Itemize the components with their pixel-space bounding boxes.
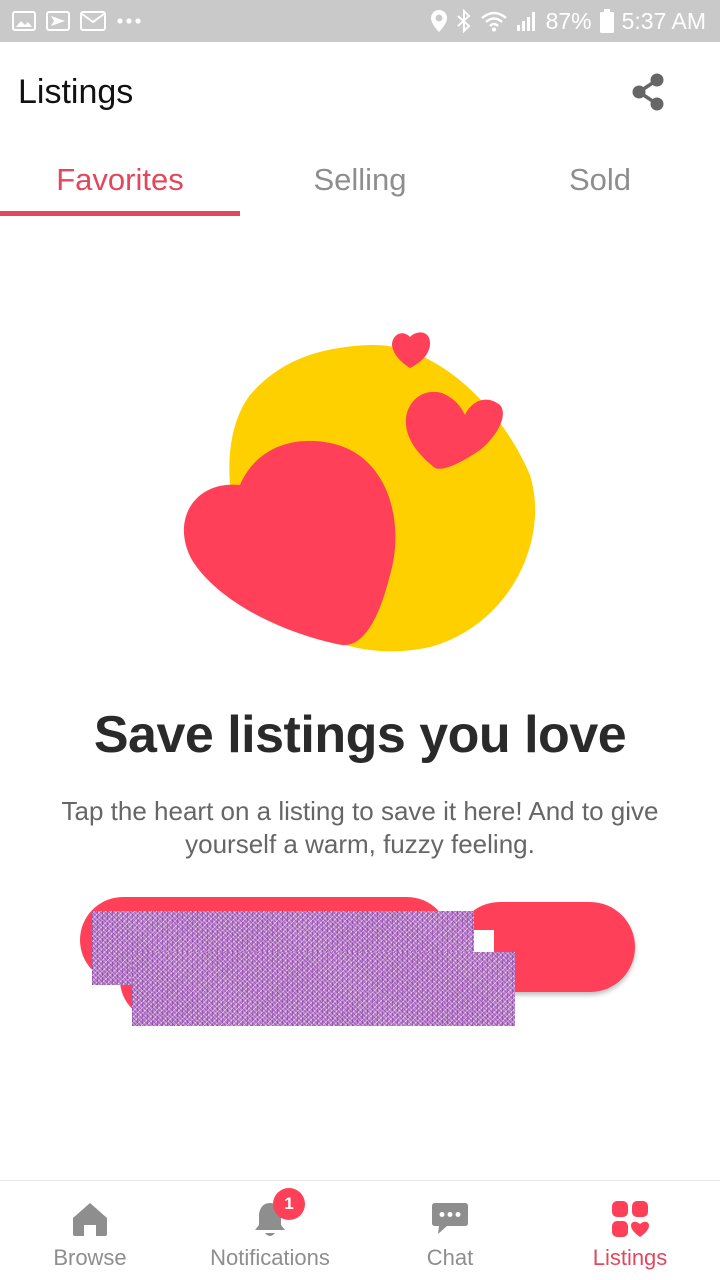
cta-button-group [80,895,640,1035]
more-dots-icon [116,17,142,25]
listings-tabs: Favorites Selling Sold [0,142,720,218]
nav-browse[interactable]: Browse [0,1181,180,1280]
status-bar: 87% 5:37 AM [0,0,720,42]
bottom-navigation: Browse 1 Notifications Chat Listings [0,1180,720,1280]
send-icon [46,11,70,31]
battery-icon [599,9,614,33]
battery-percent: 87% [545,7,592,34]
clock-time: 5:37 AM [621,7,706,34]
hearts-illustration [180,325,540,660]
nav-listings-label: Listings [592,1245,668,1270]
page-title: Listings [18,72,134,111]
nav-notifications-label: Notifications [210,1245,330,1270]
mail-icon [80,11,106,31]
empty-state-headline: Save listings you love [93,706,627,764]
empty-state-description: Tap the heart on a listing to save it he… [61,796,659,859]
status-right-icons: 87% 5:37 AM [430,8,706,35]
image-icon [12,11,36,31]
share-icon [632,73,664,111]
nav-chat-label: Chat [426,1245,474,1270]
nav-browse-label: Browse [53,1245,127,1270]
chat-icon [431,1199,469,1239]
status-left-icons [12,11,142,31]
nav-listings[interactable]: Listings [540,1181,720,1280]
signal-icon [516,10,538,32]
nav-chat[interactable]: Chat [360,1181,540,1280]
bluetooth-icon [456,9,472,33]
redaction-noise [132,952,515,1026]
nav-notifications[interactable]: 1 Notifications [180,1181,360,1280]
listings-grid-icon [611,1199,649,1239]
app-bar: Listings [0,42,720,142]
share-button[interactable] [626,70,670,114]
tab-favorites[interactable]: Favorites [0,142,240,218]
notification-badge: 1 [273,1188,305,1220]
bell-icon: 1 [253,1188,305,1239]
tab-selling[interactable]: Selling [240,142,480,218]
tab-sold[interactable]: Sold [480,142,720,218]
wifi-icon [480,10,508,32]
location-icon [430,9,448,33]
home-icon [71,1199,109,1239]
